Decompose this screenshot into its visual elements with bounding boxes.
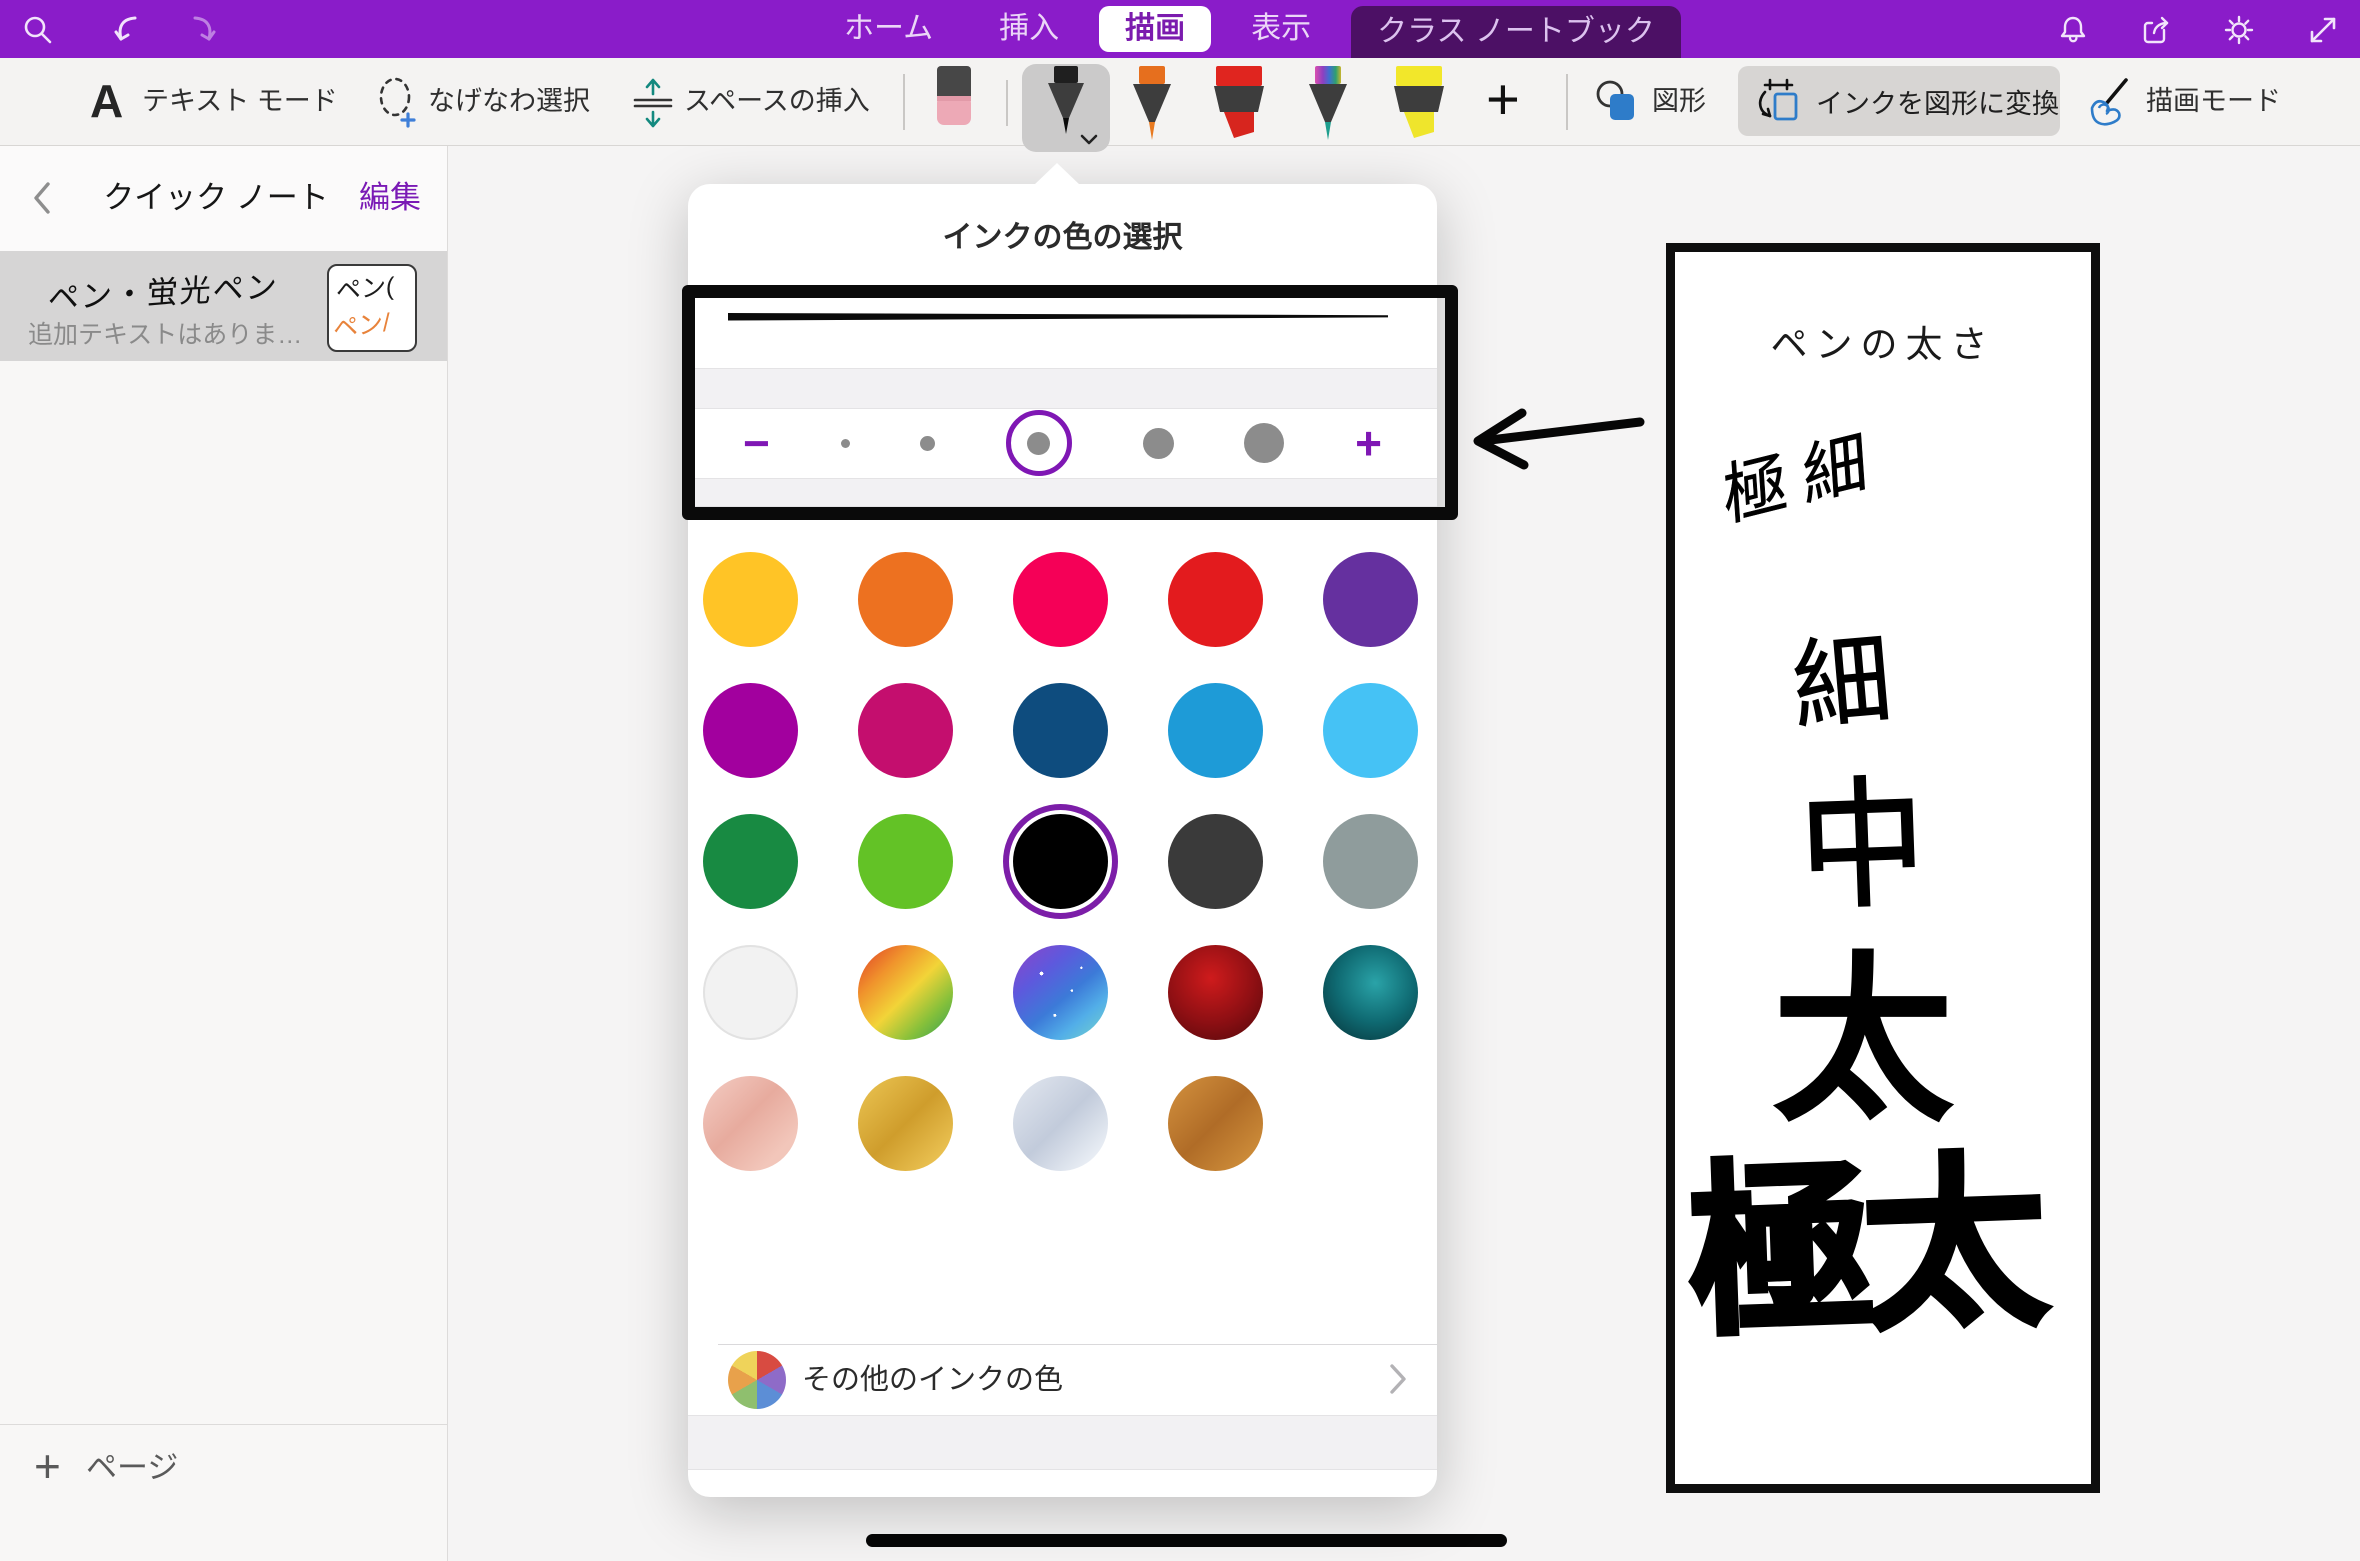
add-pen-button[interactable]: + bbox=[1486, 58, 1520, 145]
draw-mode-label: 描画モード bbox=[2146, 58, 2281, 145]
pen-thickness-note-box: ペンの太さ 極細 細 中 太 極太 bbox=[1666, 243, 2100, 1493]
text-mode-label: テキスト モード bbox=[142, 58, 338, 145]
shapes-label: 図形 bbox=[1652, 58, 1706, 145]
add-page-button[interactable]: + ページ bbox=[0, 1425, 447, 1511]
ink-color-swatch[interactable] bbox=[858, 1076, 953, 1171]
ink-color-swatch[interactable] bbox=[1013, 1076, 1108, 1171]
ink-color-swatch[interactable] bbox=[1013, 683, 1108, 778]
ink-color-swatch[interactable] bbox=[1168, 814, 1263, 909]
color-wheel-icon bbox=[728, 1351, 786, 1409]
fullscreen-expand-icon[interactable] bbox=[2306, 13, 2340, 47]
insert-space-label: スペースの挿入 bbox=[684, 58, 870, 145]
red-marker-tool[interactable] bbox=[1210, 66, 1268, 142]
share-icon[interactable] bbox=[2140, 13, 2174, 47]
ink-color-swatch[interactable] bbox=[1013, 945, 1108, 1040]
top-app-bar: ホーム 挿入 描画 表示 クラス ノートブック bbox=[0, 0, 2360, 58]
thumbnail-ink-line: ペン/ bbox=[333, 302, 390, 345]
more-ink-colors-label: その他のインクの色 bbox=[802, 1345, 1063, 1415]
popup-title: インクの色の選択 bbox=[688, 212, 1437, 256]
eraser-tool[interactable] bbox=[932, 66, 976, 128]
ink-to-shape-button[interactable]: インクを図形に変換 bbox=[1738, 66, 2060, 136]
shapes-icon bbox=[1594, 78, 1642, 126]
ribbon-divider bbox=[1566, 74, 1568, 130]
ink-color-swatch[interactable] bbox=[1323, 683, 1418, 778]
ink-color-swatch[interactable] bbox=[703, 945, 798, 1040]
rainbow-pen-tool[interactable] bbox=[1302, 66, 1354, 146]
popup-band bbox=[688, 1415, 1437, 1470]
back-chevron-icon[interactable] bbox=[32, 182, 52, 214]
ink-color-swatch[interactable] bbox=[858, 945, 953, 1040]
tab-home[interactable]: ホーム bbox=[818, 6, 959, 52]
ribbon-tabs: ホーム 挿入 描画 表示 クラス ノートブック bbox=[818, 0, 1681, 58]
chevron-right-icon bbox=[1389, 1363, 1407, 1395]
tab-insert[interactable]: 挿入 bbox=[973, 6, 1085, 52]
annotation-thick-underline bbox=[866, 1534, 1507, 1547]
undo-icon[interactable] bbox=[110, 13, 144, 47]
search-icon[interactable] bbox=[21, 13, 55, 47]
lasso-label: なげなわ選択 bbox=[428, 58, 590, 145]
yellow-highlighter-tool[interactable] bbox=[1390, 66, 1448, 142]
annotation-box-around-size-picker bbox=[682, 285, 1458, 520]
ink-color-swatch[interactable] bbox=[1323, 945, 1418, 1040]
pen-thickness-title: ペンの太さ bbox=[1675, 314, 2091, 368]
handwriting-sample-thick: 太 bbox=[1773, 952, 1953, 1132]
ink-to-shape-label: インクを図形に変換 bbox=[1816, 82, 2059, 121]
ink-color-swatch[interactable] bbox=[703, 683, 798, 778]
thumbnail-ink-line: ペン( bbox=[336, 266, 395, 307]
edit-button[interactable]: 編集 bbox=[359, 145, 421, 251]
black-pen-tool-selected[interactable] bbox=[1022, 64, 1110, 152]
sidebar-header: クイック ノート 編集 bbox=[0, 145, 447, 252]
ink-color-swatch[interactable] bbox=[858, 683, 953, 778]
ink-color-swatch[interactable] bbox=[858, 552, 953, 647]
more-ink-colors-row[interactable]: その他のインクの色 bbox=[688, 1345, 1437, 1415]
chevron-down-icon bbox=[1080, 134, 1098, 145]
ink-color-swatch[interactable] bbox=[1323, 552, 1418, 647]
insert-space-icon bbox=[630, 76, 676, 128]
page-list-sidebar: クイック ノート 編集 ペン・蛍光ペン 追加テキストはありま… ペン( ペン/ … bbox=[0, 145, 448, 1561]
ink-color-swatch[interactable] bbox=[1168, 552, 1263, 647]
page-subtitle: 追加テキストはありま… bbox=[28, 315, 302, 351]
ribbon-divider bbox=[903, 74, 905, 130]
plus-icon: + bbox=[34, 1425, 61, 1511]
annotation-arrow bbox=[1448, 400, 1648, 476]
draw-ribbon: A テキスト モード なげなわ選択 スペースの挿入 bbox=[0, 58, 2360, 146]
ink-color-swatch[interactable] bbox=[1013, 552, 1108, 647]
page-title: ペン・蛍光ペン bbox=[47, 261, 280, 318]
page-thumbnail: ペン( ペン/ bbox=[327, 264, 417, 352]
black-pen-icon bbox=[1038, 66, 1094, 136]
page-list-item-selected[interactable]: ペン・蛍光ペン 追加テキストはありま… ペン( ペン/ bbox=[0, 251, 447, 361]
ink-color-swatch[interactable] bbox=[858, 814, 953, 909]
handwriting-sample-extra-fine: 極細 bbox=[1721, 424, 1885, 531]
ribbon-divider bbox=[1006, 80, 1008, 126]
ink-color-swatch[interactable] bbox=[703, 552, 798, 647]
ink-color-swatch[interactable] bbox=[1168, 1076, 1263, 1171]
popup-pointer-triangle bbox=[1034, 163, 1080, 185]
handwriting-sample-extra-thick: 極太 bbox=[1686, 1151, 2038, 1348]
settings-gear-icon[interactable] bbox=[2222, 13, 2256, 47]
ink-color-grid bbox=[703, 552, 1418, 1171]
notebook-title: クイック ノート bbox=[80, 145, 352, 251]
draw-mode-hand-icon bbox=[2084, 78, 2136, 126]
redo-icon[interactable] bbox=[186, 13, 220, 47]
tab-class-notebook[interactable]: クラス ノートブック bbox=[1351, 6, 1681, 58]
ink-color-swatch[interactable] bbox=[1168, 683, 1263, 778]
notifications-bell-icon[interactable] bbox=[2056, 13, 2090, 47]
ink-color-swatch[interactable] bbox=[703, 1076, 798, 1171]
tab-view[interactable]: 表示 bbox=[1225, 6, 1337, 52]
ink-color-swatch[interactable] bbox=[1168, 945, 1263, 1040]
ink-color-swatch[interactable] bbox=[1323, 814, 1418, 909]
tab-draw[interactable]: 描画 bbox=[1099, 6, 1211, 52]
ink-color-swatch[interactable] bbox=[703, 814, 798, 909]
lasso-icon bbox=[372, 76, 418, 128]
ink-to-shape-icon bbox=[1756, 78, 1802, 124]
handwriting-sample-fine: 細 bbox=[1789, 630, 1895, 736]
add-page-label: ページ bbox=[86, 1425, 178, 1511]
handwriting-sample-medium: 中 bbox=[1798, 774, 1928, 918]
text-mode-a-icon: A bbox=[90, 58, 123, 145]
ink-color-swatch-selected[interactable] bbox=[1013, 814, 1108, 909]
orange-pen-tool[interactable] bbox=[1126, 66, 1178, 146]
